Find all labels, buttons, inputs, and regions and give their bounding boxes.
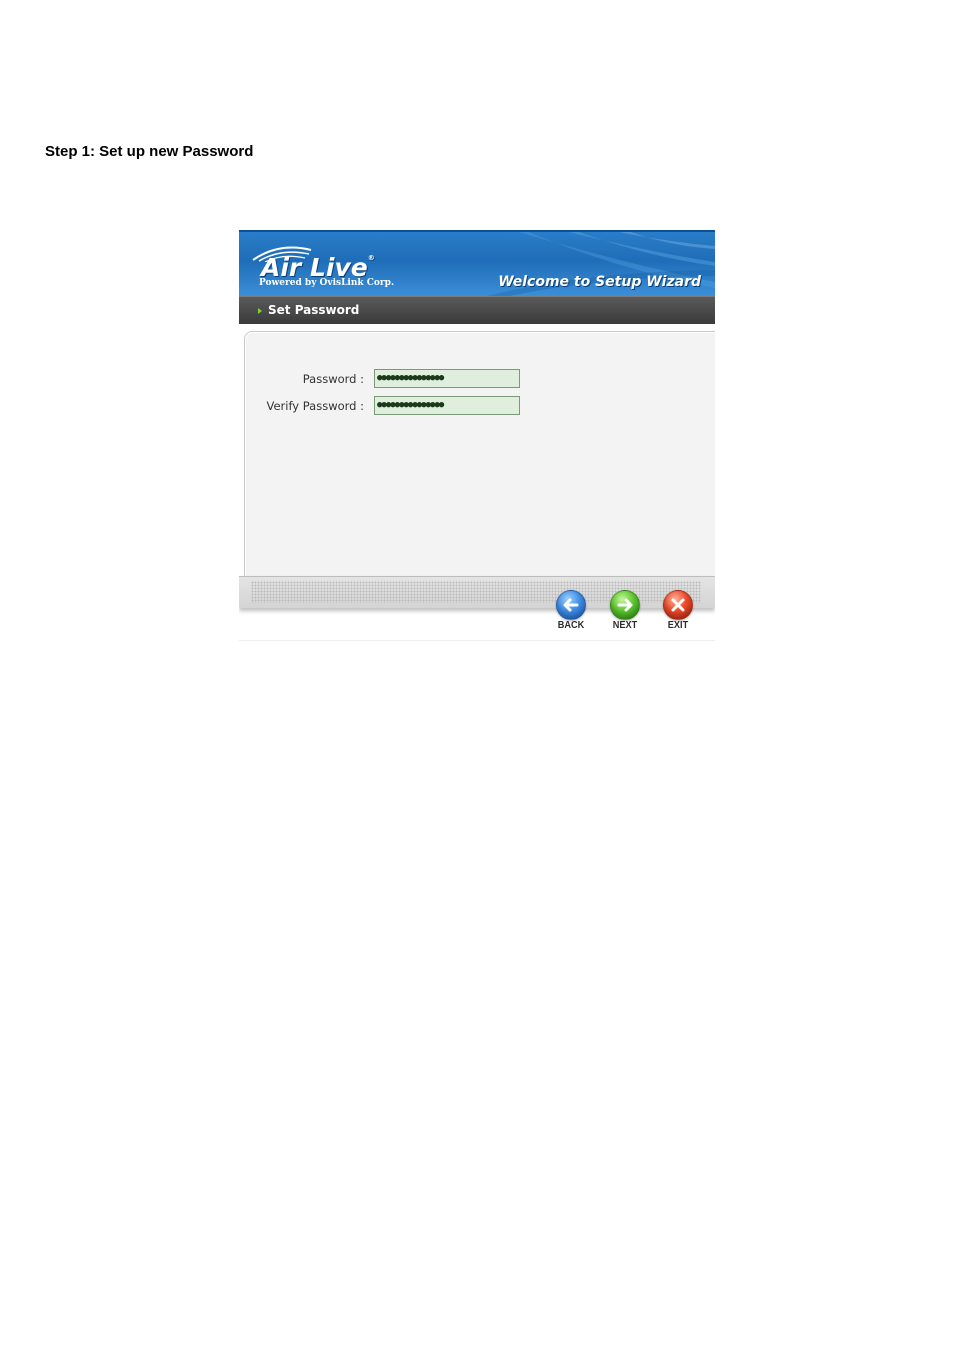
content-panel: Password : ●●●●●●●●●●●●●●● Verify Passwo… <box>244 331 715 577</box>
next-arrow-icon <box>610 590 640 620</box>
back-label: BACK <box>557 620 585 631</box>
next-button[interactable]: NEXT <box>605 590 645 634</box>
brand-name: Air Live® <box>261 253 375 282</box>
verify-password-input[interactable]: ●●●●●●●●●●●●●●● <box>374 396 520 415</box>
step-heading: Step 1: Set up new Password <box>45 143 254 160</box>
section-title: Set Password <box>268 303 360 317</box>
back-arrow-icon <box>556 590 586 620</box>
back-button[interactable]: BACK <box>551 590 591 634</box>
exit-label: EXIT <box>667 620 689 631</box>
password-label: Password : <box>302 372 364 386</box>
exit-button[interactable]: EXIT <box>658 590 698 634</box>
section-bar: Set Password <box>239 296 715 324</box>
brand-tagline: Powered by OvisLink Corp. <box>259 278 395 288</box>
password-input[interactable]: ●●●●●●●●●●●●●●● <box>374 369 520 388</box>
setup-wizard-screenshot: Air Live® Powered by OvisLink Corp. Welc… <box>239 230 715 642</box>
close-icon <box>663 590 693 620</box>
verify-password-label: Verify Password : <box>266 399 364 413</box>
next-label: NEXT <box>612 620 638 631</box>
wizard-banner: Air Live® Powered by OvisLink Corp. Welc… <box>239 230 715 296</box>
welcome-title: Welcome to Setup Wizard <box>498 274 701 290</box>
arrow-right-icon <box>258 308 262 314</box>
bottom-divider <box>239 640 715 641</box>
